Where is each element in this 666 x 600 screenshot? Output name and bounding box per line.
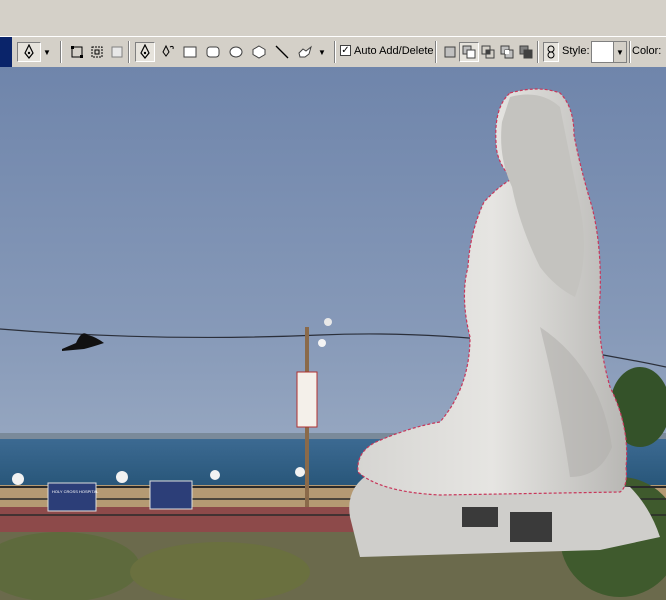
photo-scene: HOLY CROSS HOSPITAL xyxy=(0,67,666,600)
style-label: Style: xyxy=(562,45,590,57)
polygon-icon xyxy=(252,45,266,59)
separator xyxy=(629,41,631,63)
auto-add-delete-label: Auto Add/Delete xyxy=(354,45,434,57)
shape-layers-icon xyxy=(71,46,83,58)
exclude-overlapping-shape-areas-button[interactable] xyxy=(497,42,517,62)
combine-shapes-button[interactable] xyxy=(516,42,536,62)
auto-add-delete-checkbox[interactable]: ✓ xyxy=(340,45,351,56)
fill-pixels-icon xyxy=(111,46,123,58)
options-row: ▼ ▼ ✓ Auto Add/Delete Style: ▼ Color: xyxy=(0,36,666,68)
hospital-sign xyxy=(47,482,97,512)
pole-lamp xyxy=(318,339,326,347)
fill-pixels-mode-button[interactable] xyxy=(107,42,127,62)
chevron-down-icon: ▼ xyxy=(318,47,326,57)
plaque xyxy=(510,512,552,542)
separator xyxy=(128,41,130,63)
add-shape-icon xyxy=(444,46,456,58)
color-label: Color: xyxy=(632,45,662,57)
pen-tool-icon xyxy=(140,44,150,59)
lamp xyxy=(210,470,220,480)
pole-sign xyxy=(296,371,318,428)
custom-shape-icon xyxy=(298,45,312,58)
chevron-down-icon: ▼ xyxy=(43,47,51,57)
separator xyxy=(435,41,437,63)
separator xyxy=(334,41,336,63)
canvas-photo[interactable]: HOLY CROSS HOSPITAL xyxy=(0,67,666,600)
rectangle-tool-button[interactable] xyxy=(180,42,200,62)
plaque xyxy=(462,507,498,527)
bush xyxy=(130,542,310,600)
hospital-sign xyxy=(149,480,193,510)
ellipse-icon xyxy=(229,46,243,58)
paths-mode-button[interactable] xyxy=(87,42,107,62)
pen-tool-button[interactable] xyxy=(135,42,155,62)
subtract-from-shape-area-button[interactable] xyxy=(459,42,479,62)
rounded-rectangle-icon xyxy=(206,46,220,58)
lamp xyxy=(295,467,305,477)
chevron-down-icon: ▼ xyxy=(613,42,626,62)
lamp xyxy=(116,471,128,483)
separator xyxy=(60,41,62,63)
style-picker[interactable]: ▼ xyxy=(591,41,627,63)
freeform-pen-button[interactable] xyxy=(158,42,178,62)
chain-link-icon xyxy=(547,45,555,59)
freeform-pen-icon xyxy=(162,44,174,57)
custom-shape-tool-button[interactable] xyxy=(295,42,315,62)
intersect-shape-icon xyxy=(481,45,495,59)
sign-text: HOLY CROSS HOSPITAL xyxy=(52,489,99,494)
shape-layers-mode-button[interactable] xyxy=(67,42,87,62)
rounded-rectangle-tool-button[interactable] xyxy=(203,42,223,62)
separator xyxy=(537,41,539,63)
tool-preset-dropdown[interactable]: ▼ xyxy=(41,42,53,62)
link-layer-style-button[interactable] xyxy=(543,42,559,62)
ellipse-tool-button[interactable] xyxy=(226,42,246,62)
rectangle-icon xyxy=(183,46,197,58)
line-tool-button[interactable] xyxy=(272,42,292,62)
subtract-shape-icon xyxy=(462,45,476,59)
intersect-shape-areas-button[interactable] xyxy=(478,42,498,62)
line-icon xyxy=(275,45,289,59)
geometry-options-dropdown[interactable]: ▼ xyxy=(316,42,328,62)
pen-tool-icon xyxy=(24,44,34,59)
toolbar-grip[interactable] xyxy=(0,37,12,68)
tool-preset-picker[interactable] xyxy=(17,42,41,62)
exclude-shape-icon xyxy=(500,45,514,59)
options-bar: ▼ ▼ ✓ Auto Add/Delete Style: ▼ Color: xyxy=(0,0,666,68)
combine-shape-icon xyxy=(519,45,533,59)
lamp xyxy=(12,473,24,485)
paths-icon xyxy=(91,46,103,58)
add-to-shape-area-button[interactable] xyxy=(440,42,460,62)
polygon-tool-button[interactable] xyxy=(249,42,269,62)
pole-lamp xyxy=(324,318,332,326)
